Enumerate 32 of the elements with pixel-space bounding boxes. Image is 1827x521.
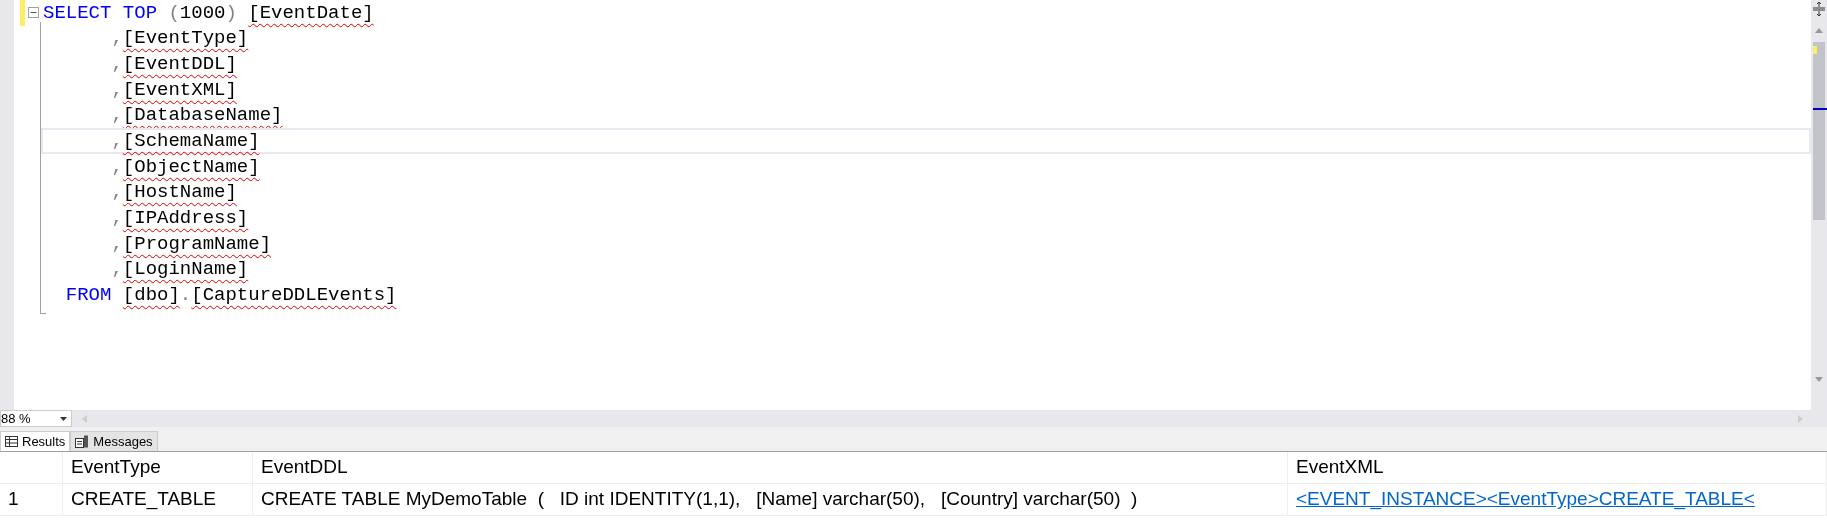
grid-icon [5, 436, 18, 447]
row-number: 1 [0, 484, 63, 515]
xml-link[interactable]: <EVENT_INSTANCE><EventType>CREATE_TABLE< [1296, 485, 1755, 514]
code-line: ,[IPAddress] [110, 206, 250, 232]
code-line: ,[EventDDL] [110, 51, 238, 77]
collapse-icon[interactable] [27, 7, 39, 19]
right-arrow-icon[interactable] [1797, 413, 1805, 424]
code-line: ,[ProgramName] [110, 231, 273, 257]
scrollbar-thumb[interactable] [1813, 42, 1825, 220]
code-line: ,[ObjectName] [110, 154, 261, 180]
result-tab[interactable]: Results [0, 431, 71, 451]
result-tab[interactable]: Messages [70, 431, 158, 451]
left-arrow-icon[interactable] [80, 413, 88, 424]
split-icon[interactable] [1812, 0, 1826, 18]
up-arrow-icon[interactable] [1814, 26, 1824, 34]
code-line: ,[EventXML] [110, 77, 238, 103]
code-line: FROM [dbo].[CaptureDDLEvents] [64, 283, 398, 309]
code-line: SELECT TOP (1000) [EventDate] [42, 0, 375, 26]
vertical-scrollbar[interactable] [1811, 0, 1827, 410]
column-header[interactable]: EventDDL [253, 452, 1288, 483]
caret-icon [60, 416, 67, 421]
document-icon [75, 435, 90, 448]
column-header[interactable]: EventType [63, 452, 253, 483]
down-arrow-icon[interactable] [1814, 376, 1824, 384]
cell-text: CREATE TABLE MyDemoTable ( ID int IDENTITY(1,1), [Name] varchar(50), [Country] varchar(50) ) [261, 487, 1138, 512]
code-line: ,[HostName] [110, 180, 238, 206]
column-header[interactable]: EventXML [1288, 452, 1827, 483]
code-line: ,[DatabaseName] [110, 103, 284, 129]
cell-text: CREATE_TABLE [71, 487, 216, 512]
zoom-dropdown[interactable]: 88 % [0, 410, 72, 427]
code-line: ,[EventType] [110, 26, 250, 52]
code-line: ,[LoginName] [110, 257, 250, 283]
